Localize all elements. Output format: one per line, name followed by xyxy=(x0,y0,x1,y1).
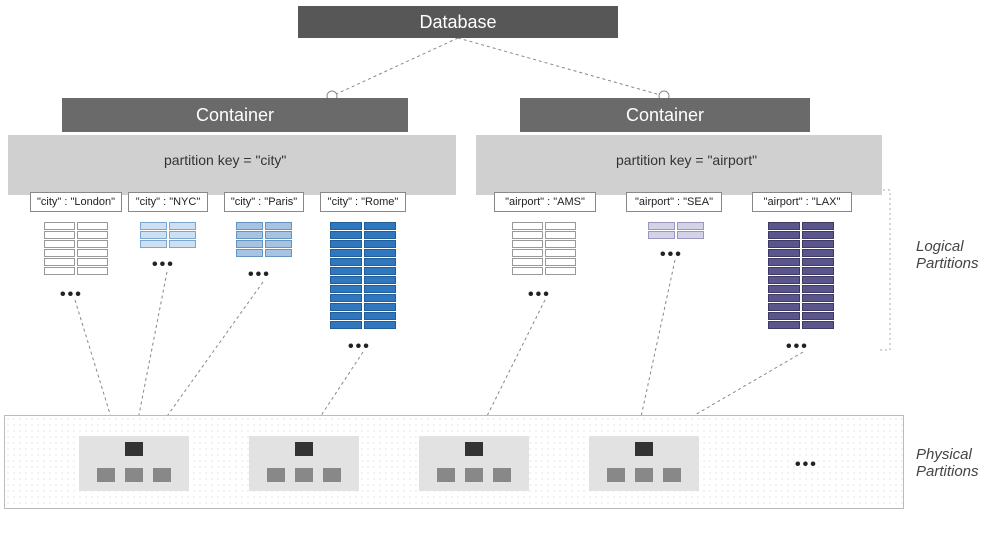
ellipsis-icon: ••• xyxy=(248,266,271,284)
container-label-right: Container xyxy=(626,105,704,126)
partition-cells xyxy=(768,222,834,329)
logical-partitions-label: Logical Partitions xyxy=(916,238,996,272)
container-box-left: Container xyxy=(62,98,408,132)
logical-partition-label: "airport" : "LAX" xyxy=(752,192,852,212)
physical-partitions-label: Physical Partitions xyxy=(916,446,996,480)
partition-key-label-right: partition key = "airport" xyxy=(616,152,757,168)
logical-partition-label: "city" : "London" xyxy=(30,192,122,212)
partition-cells xyxy=(236,222,292,257)
partition-cells xyxy=(330,222,396,329)
partition-cells xyxy=(648,222,704,239)
database-box: Database xyxy=(298,6,618,38)
partition-cells xyxy=(140,222,196,248)
physical-node xyxy=(79,436,189,491)
ellipsis-icon: ••• xyxy=(795,456,818,474)
container-box-right: Container xyxy=(520,98,810,132)
physical-node xyxy=(589,436,699,491)
logical-partition-label: "city" : "Rome" xyxy=(320,192,406,212)
physical-partitions-strip: ••• xyxy=(4,415,904,509)
ellipsis-icon: ••• xyxy=(528,286,551,304)
container-label-left: Container xyxy=(196,105,274,126)
partition-cells xyxy=(512,222,576,275)
logical-partition-label: "airport" : "SEA" xyxy=(626,192,722,212)
partition-key-label-left: partition key = "city" xyxy=(164,152,286,168)
physical-node xyxy=(419,436,529,491)
logical-partition-label: "city" : "NYC" xyxy=(128,192,208,212)
logical-partition-label: "city" : "Paris" xyxy=(224,192,304,212)
logical-partition-label: "airport" : "AMS" xyxy=(494,192,596,212)
partition-cells xyxy=(44,222,108,275)
ellipsis-icon: ••• xyxy=(660,246,683,264)
database-label: Database xyxy=(419,12,496,33)
ellipsis-icon: ••• xyxy=(152,256,175,274)
ellipsis-icon: ••• xyxy=(786,338,809,356)
physical-node xyxy=(249,436,359,491)
ellipsis-icon: ••• xyxy=(60,286,83,304)
ellipsis-icon: ••• xyxy=(348,338,371,356)
